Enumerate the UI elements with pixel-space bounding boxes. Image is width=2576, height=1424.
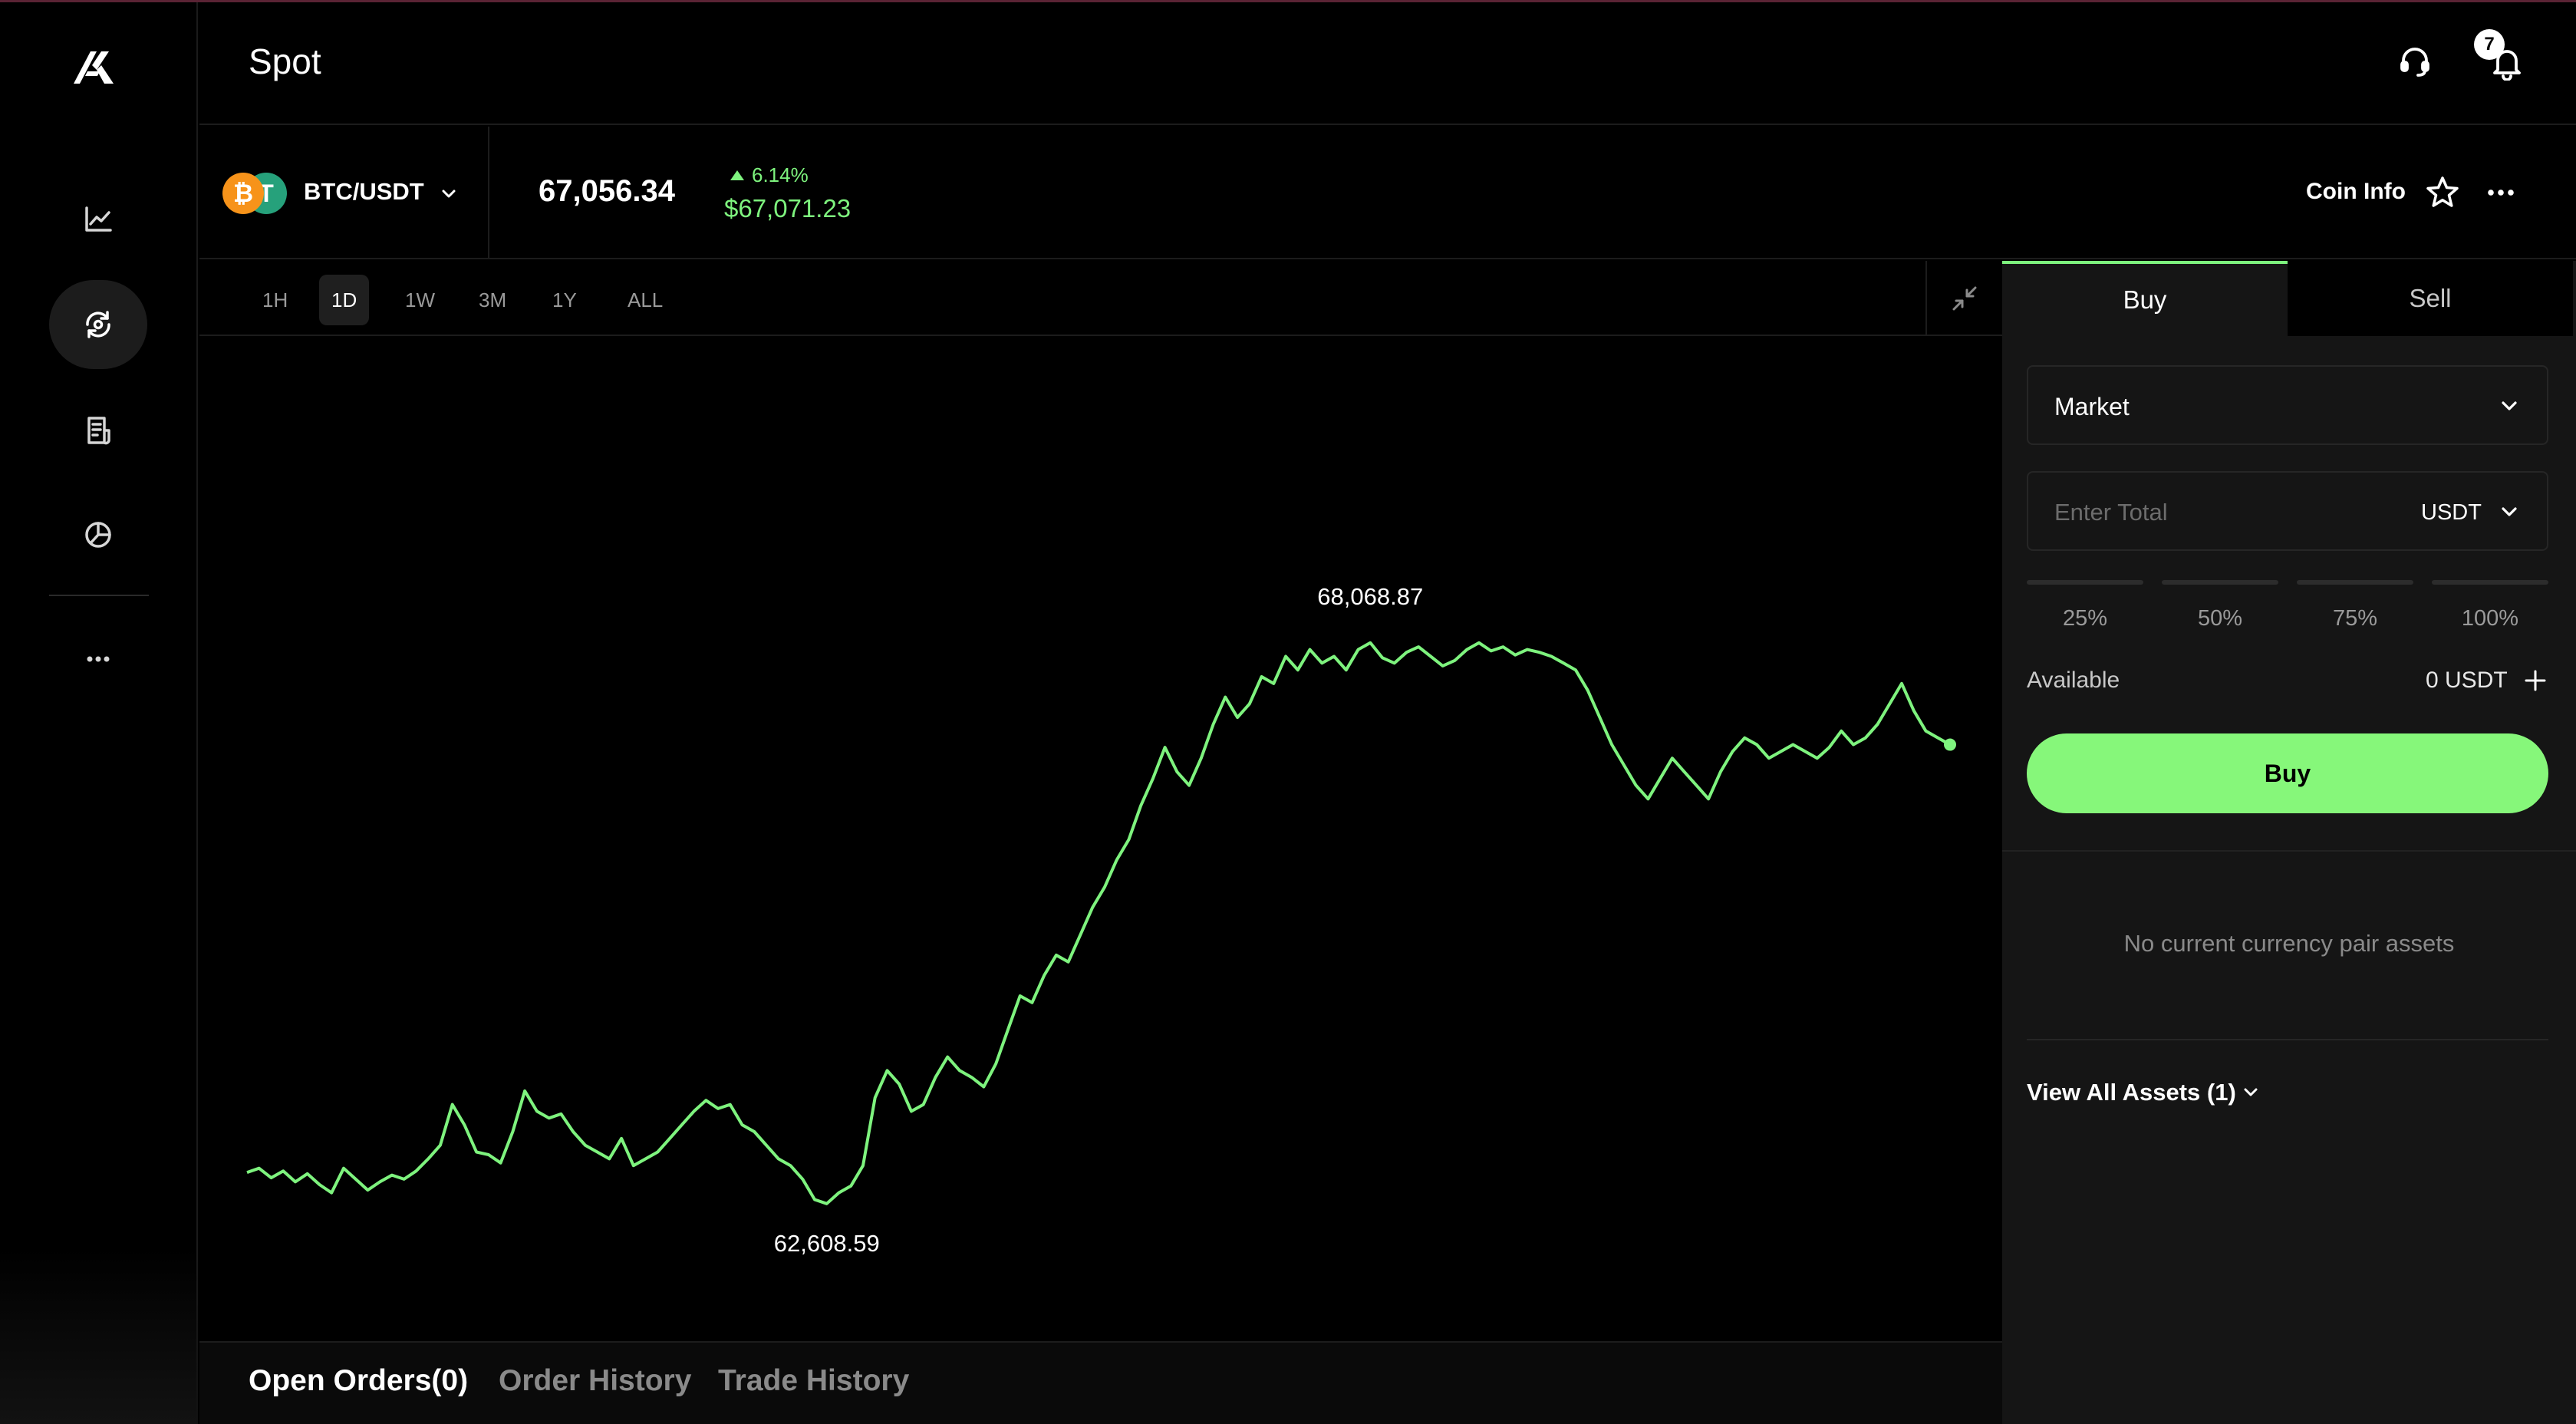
orders-tabs: Open Orders(0) Order History Trade Histo…: [199, 1341, 2002, 1424]
page-title: Spot: [249, 41, 321, 81]
empty-assets-message: No current currency pair assets: [2123, 930, 2455, 957]
chevron-down-icon: [2244, 1088, 2258, 1096]
percent-100-button[interactable]: 100%: [2432, 580, 2548, 649]
receipt-icon: [87, 417, 110, 445]
price-chart[interactable]: 68,068.87 62,608.59: [199, 338, 2002, 1341]
triangle-up-icon: [730, 170, 744, 180]
chevron-down-icon: [2502, 401, 2517, 410]
range-1h-button[interactable]: 1H: [250, 275, 300, 325]
chevron-down-icon[interactable]: [2498, 500, 2521, 523]
range-all-button[interactable]: ALL: [615, 275, 675, 325]
collapse-arrows-icon: [1952, 286, 1977, 311]
available-label: Available: [2027, 668, 2120, 693]
notification-count-badge: 7: [2474, 29, 2505, 60]
tab-buy[interactable]: Buy: [2002, 261, 2288, 336]
nav-trade-button[interactable]: [49, 280, 147, 369]
view-all-assets-link[interactable]: View All Assets (1): [2027, 1079, 2261, 1106]
last-price-point: [1944, 738, 1956, 751]
range-1w-button[interactable]: 1W: [393, 275, 447, 325]
percent-75-button[interactable]: 75%: [2297, 580, 2413, 649]
bitcoin-icon: ₿: [222, 173, 264, 214]
trade-cycle-icon: [86, 311, 110, 338]
nav-more-button[interactable]: [49, 615, 147, 704]
ellipsis-icon: [87, 656, 110, 662]
brand-logo-icon[interactable]: [71, 45, 120, 87]
total-input[interactable]: Enter Total USDT: [2027, 471, 2548, 551]
low-price-label: 62,608.59: [774, 1230, 880, 1257]
buy-button[interactable]: Buy: [2027, 733, 2548, 813]
pair-selector[interactable]: BTC/USDT: [304, 178, 424, 206]
pair-icons: ₿ T: [222, 173, 287, 214]
percent-50-button[interactable]: 50%: [2162, 580, 2278, 649]
tab-sell[interactable]: Sell: [2288, 261, 2573, 336]
nav-markets-button[interactable]: [49, 175, 147, 264]
chart-range-toolbar: 1H 1D 1W 3M 1Y ALL: [199, 261, 2002, 336]
price-series-line: [246, 641, 1951, 1205]
percent-25-button[interactable]: 25%: [2027, 580, 2143, 649]
chart-expand-button[interactable]: [1925, 261, 2002, 336]
nav-portfolio-button[interactable]: [49, 490, 147, 579]
pie-chart-icon: [85, 522, 111, 548]
price-change: 6.14%: [730, 163, 809, 187]
total-input-placeholder: Enter Total: [2054, 499, 2168, 526]
buy-sell-tabs: Buy Sell: [2002, 261, 2576, 336]
more-options-icon[interactable]: [2482, 174, 2519, 211]
coin-info-link[interactable]: Coin Info: [2306, 179, 2406, 205]
left-navigation: [0, 2, 198, 1424]
tab-open-orders[interactable]: Open Orders(0): [249, 1364, 468, 1398]
chart-line-icon: [85, 206, 112, 232]
percentage-selector: 25% 50% 75% 100%: [2027, 580, 2548, 649]
tab-order-history[interactable]: Order History: [499, 1364, 691, 1398]
total-unit-select[interactable]: USDT: [2421, 500, 2482, 526]
nav-divider: [49, 595, 149, 596]
trade-panel: Buy Sell Market Enter Total USDT 25% 50%…: [2002, 261, 2576, 1424]
order-type-value: Market: [2054, 393, 2130, 420]
high-price-label: 68,068.87: [1317, 583, 1423, 610]
price-line-chart[interactable]: 68,068.87 62,608.59: [199, 338, 2002, 1341]
nav-orders-button[interactable]: [49, 386, 147, 475]
range-3m-button[interactable]: 3M: [466, 275, 519, 325]
chevron-down-icon[interactable]: [439, 183, 459, 203]
available-value: 0 USDT: [2426, 668, 2508, 693]
range-1y-button[interactable]: 1Y: [540, 275, 589, 325]
tab-trade-history[interactable]: Trade History: [718, 1364, 909, 1398]
plus-icon[interactable]: [2522, 668, 2548, 694]
ticker-bar: ₿ T BTC/USDT 67,056.34 6.14% $67,071.23 …: [199, 127, 2576, 259]
headset-icon: [2400, 48, 2429, 77]
support-button[interactable]: [2392, 39, 2438, 85]
order-type-select[interactable]: Market: [2027, 365, 2548, 445]
last-price: 67,056.34: [539, 174, 675, 208]
usd-price: $67,071.23: [724, 194, 852, 222]
star-icon[interactable]: [2424, 174, 2461, 211]
range-1d-button[interactable]: 1D: [319, 275, 370, 325]
page-header: Spot: [199, 2, 2576, 125]
